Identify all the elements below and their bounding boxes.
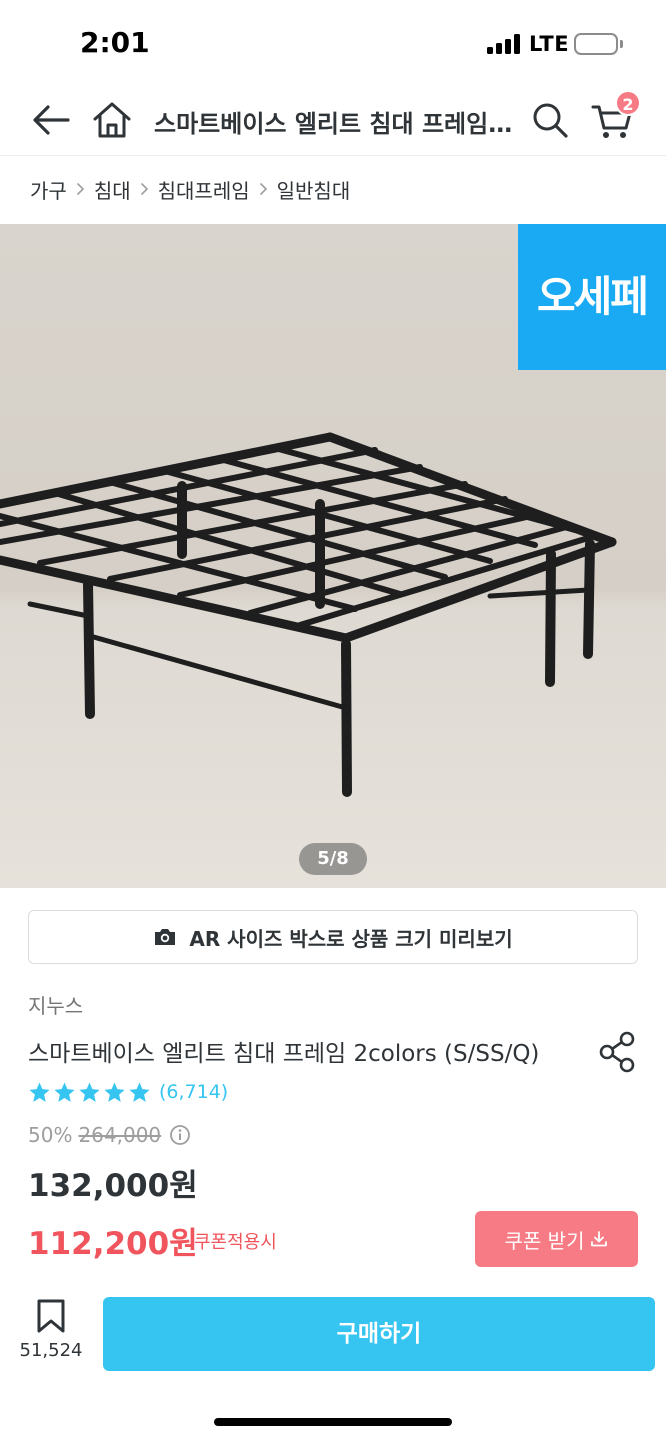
info-icon[interactable]	[169, 1124, 191, 1146]
star-icon	[129, 1081, 150, 1102]
cellular-signal-icon	[487, 34, 521, 54]
breadcrumb: 가구 침대 침대프레임 일반침대	[30, 174, 350, 204]
chevron-right-icon	[76, 182, 84, 196]
top-nav: 스마트베이스 엘리트 침대 프레임 2colors (S/SS/Q) 2	[0, 88, 666, 156]
breadcrumb-item[interactable]: 침대	[94, 175, 131, 204]
cart-count-badge: 2	[615, 90, 641, 116]
star-icon	[54, 1081, 75, 1102]
back-arrow-icon[interactable]	[30, 98, 74, 142]
discount-rate: 50%	[28, 1123, 73, 1147]
home-icon[interactable]	[90, 98, 134, 142]
share-icon[interactable]	[598, 1030, 638, 1074]
brand-badge: 오세페	[518, 224, 666, 370]
status-time: 2:01	[80, 26, 150, 59]
coupon-note: 쿠폰적용시	[194, 1232, 277, 1253]
search-icon[interactable]	[528, 98, 572, 142]
camera-icon	[155, 929, 176, 945]
rating[interactable]: (6,714)	[28, 1078, 228, 1106]
breadcrumb-item[interactable]: 가구	[30, 175, 67, 204]
review-count[interactable]: (6,714)	[159, 1081, 228, 1103]
brand-name[interactable]: 지누스	[28, 990, 83, 1019]
discount-row: 50% 264,000	[28, 1123, 191, 1147]
image-page-indicator: 5/8	[299, 843, 367, 875]
breadcrumb-item[interactable]: 일반침대	[277, 175, 351, 204]
get-coupon-label: 쿠폰 받기	[504, 1228, 585, 1253]
chevron-right-icon	[140, 182, 148, 196]
bookmark-button[interactable]: 51,524	[14, 1298, 88, 1372]
get-coupon-button[interactable]: 쿠폰 받기	[475, 1211, 638, 1267]
star-icon	[29, 1081, 50, 1102]
ar-preview-button[interactable]: AR 사이즈 박스로 상품 크기 미리보기	[28, 910, 638, 964]
buy-button[interactable]: 구매하기	[103, 1297, 655, 1371]
product-name: 스마트베이스 엘리트 침대 프레임 2colors (S/SS/Q)	[28, 1041, 540, 1067]
product-image-carousel[interactable]: 오세페 5/8	[0, 224, 666, 888]
battery-icon	[574, 33, 618, 55]
star-icon	[104, 1081, 125, 1102]
sale-price: 132,000원	[28, 1168, 198, 1204]
chevron-right-icon	[259, 182, 267, 196]
page-title: 스마트베이스 엘리트 침대 프레임 2colors (S/SS/Q)	[154, 110, 514, 138]
status-bar: 2:01 LTE	[0, 0, 666, 88]
bookmark-icon	[37, 1299, 65, 1333]
bookmark-count: 51,524	[19, 1340, 83, 1361]
home-indicator	[214, 1418, 452, 1426]
original-price: 264,000	[78, 1123, 162, 1147]
breadcrumb-item[interactable]: 침대프레임	[158, 175, 250, 204]
coupon-price: 112,200원	[28, 1226, 198, 1262]
download-icon	[591, 1231, 608, 1247]
ar-preview-label: AR 사이즈 박스로 상품 크기 미리보기	[189, 926, 513, 951]
network-type: LTE	[529, 32, 570, 56]
star-icon	[79, 1081, 100, 1102]
battery-cap	[620, 40, 623, 48]
